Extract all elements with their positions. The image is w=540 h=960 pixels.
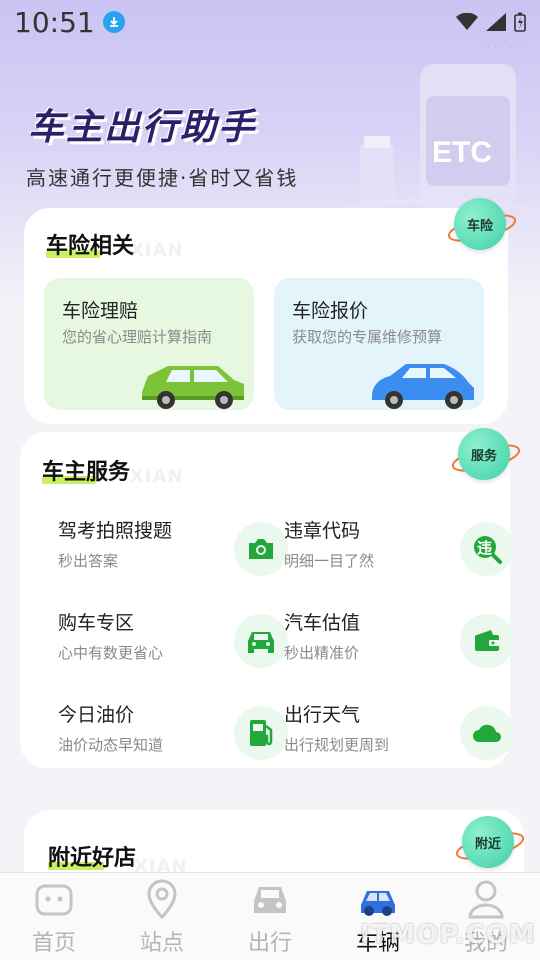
- violation-icon-text: 违: [477, 539, 492, 557]
- system-icons: [456, 12, 526, 32]
- hero-subtitle: 高速通行更便捷·省时又省钱: [26, 166, 299, 190]
- service-subtitle: 油价动态早知道: [58, 736, 164, 754]
- etc-sign-text: ETC: [432, 136, 492, 169]
- tab-label: 站点: [139, 931, 184, 956]
- title-decoration: XIAN: [130, 466, 184, 487]
- status-bar: 10:51: [0, 0, 540, 44]
- insurance-badge-label: 车险: [466, 218, 493, 234]
- battery-icon: [514, 12, 526, 32]
- insurance-quote-tile[interactable]: 车险报价 获取您的专属维修预算: [274, 278, 484, 410]
- status-time: 10:51: [14, 5, 95, 39]
- services-card: XIAN 车主服务 驾考拍照搜题 秒出答案 违章代码 明细一目了然 违 购车专区…: [20, 432, 514, 770]
- service-car-valuation[interactable]: 汽车估值 秒出精准价: [284, 608, 514, 678]
- nearby-badge-label: 附近: [474, 836, 501, 852]
- car-blue-icon: [361, 891, 395, 916]
- service-subtitle: 秒出答案: [58, 552, 119, 570]
- blue-car-illustration: [372, 364, 474, 409]
- watermark: ITMOP.COM: [360, 920, 536, 950]
- download-icon: [102, 11, 125, 33]
- nearby-title: 附近好店: [48, 846, 137, 871]
- decor-faint-dots: · · · · · ·: [486, 40, 528, 54]
- service-subtitle: 明细一目了然: [284, 552, 375, 570]
- service-title: 驾考拍照搜题: [58, 520, 173, 542]
- hero-title: 车主出行助手: [28, 107, 257, 148]
- user-icon: [468, 880, 504, 919]
- services-badge-label: 服务: [470, 448, 497, 464]
- tab-label: 出行: [247, 931, 292, 956]
- cloud-icon: [460, 706, 514, 760]
- wifi-icon: [456, 13, 478, 30]
- car-icon: [234, 614, 288, 668]
- insurance-card: XIAN 车险相关 车险理赔 您的省心理赔计算指南 车险报价 获取您的专属维修预…: [24, 208, 508, 424]
- service-title: 出行天气: [284, 704, 361, 726]
- service-subtitle: 心中有数更省心: [58, 644, 164, 662]
- service-violation-code[interactable]: 违章代码 明细一目了然 违: [284, 516, 514, 586]
- nearby-badge: 附近: [462, 816, 514, 868]
- service-subtitle: 秒出精准价: [284, 644, 360, 662]
- tab-label: 首页: [31, 931, 76, 956]
- wallet-icon: [460, 614, 514, 668]
- tab-stations[interactable]: 站点: [108, 873, 216, 960]
- green-car-illustration: [142, 366, 244, 409]
- car-front-icon: [254, 887, 286, 913]
- violation-search-icon: 违: [460, 522, 514, 576]
- tab-home[interactable]: 首页: [0, 873, 108, 960]
- insurance-quote-title: 车险报价: [292, 300, 369, 322]
- etc-gate-illustration: ETC: [340, 64, 540, 214]
- service-fuel-price[interactable]: 今日油价 油价动态早知道: [58, 700, 288, 770]
- service-title: 违章代码: [284, 520, 361, 542]
- insurance-claim-title: 车险理赔: [62, 300, 139, 322]
- service-title: 购车专区: [58, 612, 135, 634]
- service-weather[interactable]: 出行天气 出行规划更周到: [284, 700, 514, 770]
- service-car-purchase[interactable]: 购车专区 心中有数更省心: [58, 608, 288, 678]
- camera-icon: [234, 522, 288, 576]
- insurance-badge: 车险: [454, 198, 506, 250]
- insurance-claim-tile[interactable]: 车险理赔 您的省心理赔计算指南: [44, 278, 254, 410]
- home-icon: [35, 884, 73, 916]
- service-title: 汽车估值: [284, 612, 361, 634]
- insurance-quote-subtitle: 获取您的专属维修预算: [292, 328, 443, 346]
- services-title: 车主服务: [42, 460, 131, 485]
- service-title: 今日油价: [58, 704, 135, 726]
- tab-travel[interactable]: 出行: [216, 873, 324, 960]
- location-pin-icon: [147, 879, 177, 919]
- fuel-pump-icon: [234, 706, 288, 760]
- services-badge: 服务: [458, 428, 510, 480]
- insurance-claim-subtitle: 您的省心理赔计算指南: [62, 328, 213, 346]
- signal-icon: [486, 13, 506, 31]
- title-decoration: XIAN: [130, 240, 184, 261]
- service-exam-photo-search[interactable]: 驾考拍照搜题 秒出答案: [58, 516, 288, 586]
- insurance-title: 车险相关: [46, 234, 135, 259]
- service-subtitle: 出行规划更周到: [284, 736, 390, 754]
